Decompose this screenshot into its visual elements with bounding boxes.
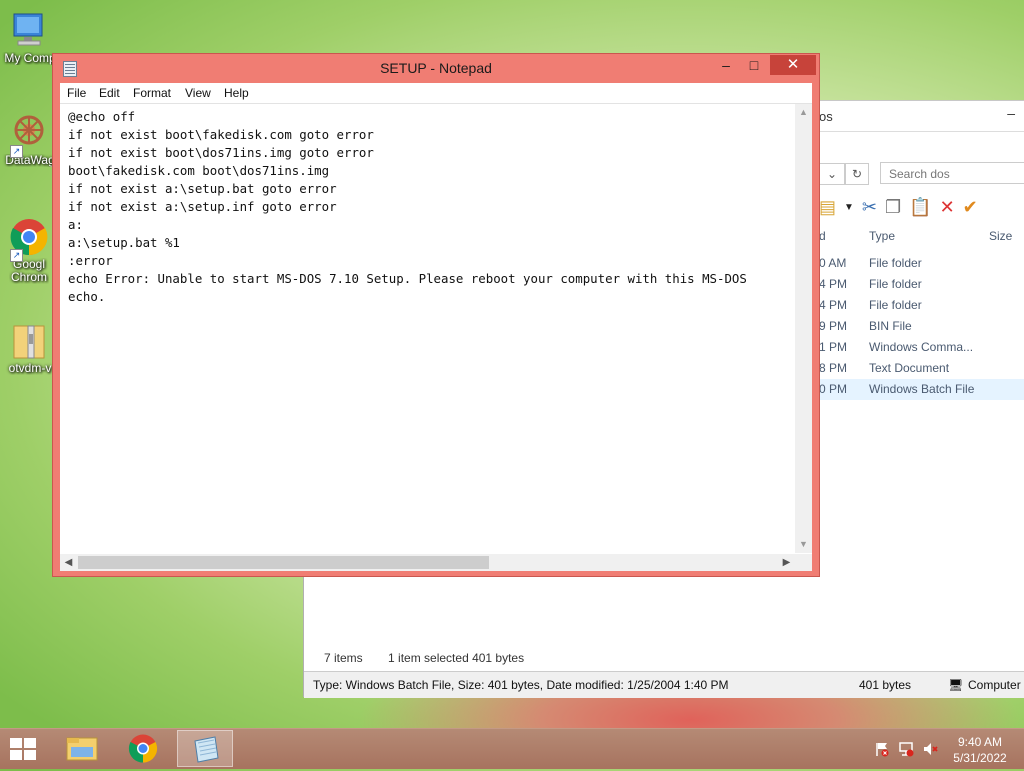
- scroll-right-arrow-icon[interactable]: ▶: [778, 554, 795, 571]
- menu-help[interactable]: Help: [224, 86, 249, 100]
- details-size: 401 bytes: [859, 678, 912, 692]
- details-location: Computer: [968, 678, 1021, 692]
- explorer-title: os: [819, 109, 833, 124]
- cut-icon[interactable]: ✂: [862, 197, 877, 218]
- notepad-client-area: File Edit Format View Help @echo off if …: [60, 83, 812, 571]
- column-header-size[interactable]: Size: [989, 229, 1012, 243]
- notepad-icon: [194, 736, 219, 763]
- desktop-icon-label: My Comp: [4, 52, 56, 65]
- volume-muted-icon[interactable]: [922, 741, 938, 757]
- vertical-scrollbar[interactable]: ▲ ▼: [795, 104, 812, 553]
- text-line: echo.: [68, 289, 106, 304]
- explorer-minimize-button[interactable]: –: [1007, 105, 1015, 121]
- explorer-details-bar: Type: Windows Batch File, Size: 401 byte…: [304, 671, 1024, 698]
- explorer-status: 7 items 1 item selected 401 bytes: [324, 651, 524, 665]
- shortcut-arrow-icon: ↗: [10, 249, 23, 262]
- menu-view[interactable]: View: [185, 86, 211, 100]
- scroll-down-arrow-icon[interactable]: ▼: [795, 536, 812, 553]
- text-line: if not exist boot\fakedisk.com goto erro…: [68, 127, 374, 142]
- explorer-toolbar: ▤ ▼ ✂ ❐ 📋 ✕ ✔: [819, 195, 978, 219]
- horizontal-scroll-thumb[interactable]: [78, 556, 489, 569]
- rename-check-icon[interactable]: ✔: [963, 197, 978, 218]
- clock-date: 5/31/2022: [953, 751, 1007, 765]
- address-dropdown-button[interactable]: ⌄: [819, 163, 845, 185]
- notepad-titlebar[interactable]: SETUP - Notepad – □ ✕: [53, 54, 819, 82]
- search-input[interactable]: Search dos: [880, 162, 1024, 184]
- menu-file[interactable]: File: [67, 86, 86, 100]
- text-line: if not exist a:\setup.inf goto error: [68, 199, 337, 214]
- text-line: a:: [68, 217, 83, 232]
- datawag-app-icon: ↗: [8, 112, 50, 158]
- file-row-selected[interactable]: 0 PM Windows Batch File: [819, 379, 1024, 400]
- window-title: SETUP - Notepad: [380, 60, 492, 76]
- size-grip[interactable]: [795, 554, 812, 571]
- text-editor[interactable]: @echo off if not exist boot\fakedisk.com…: [60, 104, 795, 553]
- text-line: echo Error: Unable to start MS-DOS 7.10 …: [68, 271, 747, 286]
- start-button[interactable]: [8, 737, 38, 761]
- copy-icon[interactable]: ❐: [885, 197, 901, 218]
- file-row[interactable]: 9 PM BIN File: [819, 316, 1024, 337]
- desktop-icon-my-computer[interactable]: My Comp: [0, 10, 58, 65]
- desktop-icon-otvdm[interactable]: otvdm-v: [0, 320, 58, 375]
- column-header-date[interactable]: d: [819, 229, 826, 243]
- taskbar-chrome[interactable]: [115, 730, 171, 767]
- chrome-icon: [128, 734, 158, 763]
- folder-icon: [66, 737, 98, 761]
- properties-icon[interactable]: ▤: [819, 197, 836, 218]
- file-row[interactable]: 4 PM File folder: [819, 295, 1024, 316]
- desktop-icon-datawag[interactable]: ↗ DataWag: [0, 112, 58, 167]
- file-row[interactable]: 8 PM Text Document: [819, 358, 1024, 379]
- column-header-type[interactable]: Type: [869, 229, 895, 243]
- computer-icon: 🖥: [948, 678, 964, 692]
- chevron-down-icon[interactable]: ▼: [844, 202, 854, 213]
- system-clock[interactable]: 9:40 AM 5/31/2022: [946, 734, 1014, 766]
- computer-icon: [8, 10, 50, 52]
- file-row[interactable]: 1 PM Windows Comma...: [819, 337, 1024, 358]
- desktop-icon-label: otvdm-v: [8, 362, 52, 375]
- text-line: if not exist a:\setup.bat goto error: [68, 181, 337, 196]
- menu-edit[interactable]: Edit: [99, 86, 120, 100]
- maximize-button[interactable]: □: [741, 55, 767, 75]
- taskbar: 9:40 AM 5/31/2022: [0, 728, 1024, 769]
- desktop-icon-chrome[interactable]: ↗ Googl Chrom: [0, 216, 58, 284]
- taskbar-notepad[interactable]: [177, 730, 233, 767]
- scroll-left-arrow-icon[interactable]: ◀: [60, 554, 77, 571]
- taskbar-file-explorer[interactable]: [54, 730, 110, 767]
- notepad-window[interactable]: SETUP - Notepad – □ ✕ File Edit Format V…: [52, 53, 820, 577]
- file-row[interactable]: 4 PM File folder: [819, 274, 1024, 295]
- clock-time: 9:40 AM: [957, 735, 1003, 749]
- delete-icon[interactable]: ✕: [940, 197, 955, 218]
- chrome-icon: ↗: [8, 216, 50, 262]
- folder-zip-icon: [8, 320, 50, 362]
- item-count: 7 items: [324, 651, 363, 665]
- menu-format[interactable]: Format: [133, 86, 171, 100]
- text-line: a:\setup.bat %1: [68, 235, 180, 250]
- file-row[interactable]: 0 AM File folder: [819, 253, 1024, 274]
- text-line: if not exist boot\dos71ins.img goto erro…: [68, 145, 374, 160]
- text-line: boot\fakedisk.com boot\dos71ins.img: [68, 163, 330, 178]
- details-info: Type: Windows Batch File, Size: 401 byte…: [313, 678, 729, 692]
- network-icon[interactable]: [898, 741, 914, 757]
- menu-bar: File Edit Format View Help: [60, 83, 812, 104]
- refresh-icon[interactable]: ↻: [845, 163, 869, 185]
- close-button[interactable]: ✕: [770, 55, 816, 75]
- column-headers: d Type Size: [819, 227, 1024, 249]
- selection-info: 1 item selected 401 bytes: [388, 651, 525, 665]
- horizontal-scrollbar[interactable]: ◀ ▶: [60, 554, 795, 571]
- text-line: :error: [68, 253, 113, 268]
- scroll-up-arrow-icon[interactable]: ▲: [795, 104, 812, 121]
- minimize-button[interactable]: –: [713, 55, 739, 75]
- shortcut-arrow-icon: ↗: [10, 145, 23, 158]
- action-center-flag-icon[interactable]: [874, 741, 890, 757]
- paste-icon[interactable]: 📋: [909, 197, 931, 218]
- text-line: @echo off: [68, 109, 136, 124]
